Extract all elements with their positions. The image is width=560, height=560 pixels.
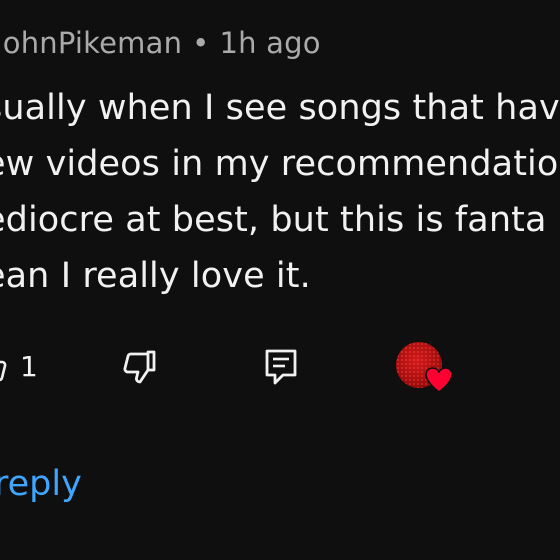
- comment-text-line: sually when I see songs that hav: [0, 88, 560, 128]
- comment-text-line: ean I really love it.: [0, 256, 311, 296]
- comment-meta: JohnPikeman • 1h ago: [0, 26, 321, 60]
- like-button[interactable]: 1: [0, 346, 38, 386]
- comment-reply-icon: [261, 346, 301, 388]
- comment-text-line: ediocre at best, but this is fanta: [0, 200, 547, 240]
- creator-heart: [396, 342, 458, 396]
- dislike-button[interactable]: [120, 346, 162, 388]
- heart-icon: [424, 366, 454, 394]
- like-count: 1: [20, 349, 38, 383]
- replies-link[interactable]: reply: [0, 464, 82, 504]
- author-name[interactable]: JohnPikeman: [0, 26, 182, 60]
- reply-button[interactable]: [261, 346, 301, 388]
- comment-action-bar: 1: [0, 340, 560, 396]
- thumb-down-icon: [120, 346, 162, 388]
- comment-time[interactable]: 1h ago: [219, 26, 320, 60]
- meta-separator: •: [192, 26, 210, 60]
- comment-text-line: ew videos in my recommendatio: [0, 144, 559, 184]
- thumb-up-icon: [0, 346, 10, 386]
- comment-text: sually when I see songs that hav ew vide…: [0, 80, 560, 304]
